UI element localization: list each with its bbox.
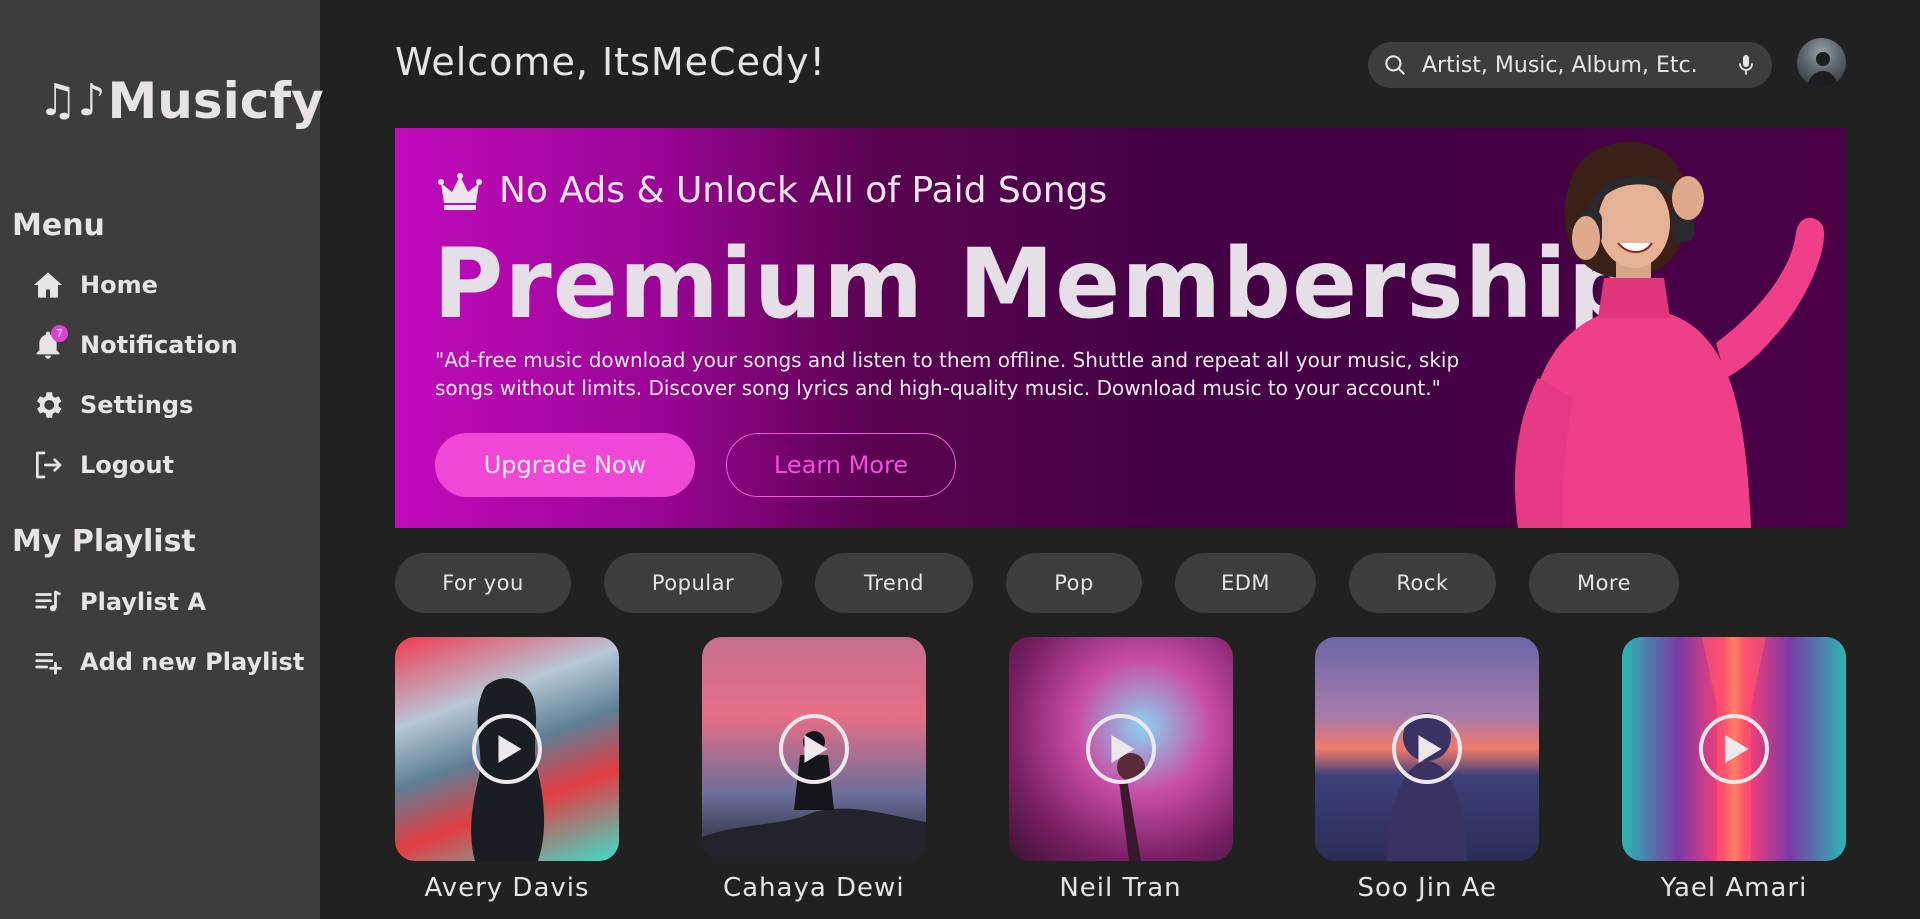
menu-title: Menu — [12, 208, 105, 243]
banner-tagline: No Ads & Unlock All of Paid Songs — [435, 170, 1107, 211]
play-button[interactable] — [1392, 714, 1463, 784]
chip-rock[interactable]: Rock — [1349, 553, 1496, 613]
music-notes-icon: ♫♪ — [38, 75, 106, 126]
artist-card[interactable]: Soo Jin Ae — [1315, 637, 1540, 903]
artist-name: Cahaya Dewi — [722, 873, 905, 903]
artist-thumbnail — [701, 637, 926, 861]
home-icon — [30, 267, 66, 303]
learn-more-button[interactable]: Learn More — [726, 433, 956, 497]
play-icon — [497, 735, 522, 763]
crown-icon — [435, 171, 485, 211]
app-root: ♫♪ Musicfy Menu Home 7 Notification Sett… — [0, 0, 1920, 919]
bell-icon: 7 — [30, 325, 68, 363]
genre-chips: For you Popular Trend Pop EDM Rock More — [395, 553, 1679, 613]
sidebar-item-label: Home — [80, 271, 158, 299]
gear-icon — [30, 387, 66, 423]
welcome-heading: Welcome, ItsMeCedy! — [395, 40, 826, 84]
sidebar-item-label: Notification — [80, 331, 238, 359]
user-avatar[interactable] — [1797, 38, 1846, 87]
my-playlist-title: My Playlist — [12, 524, 196, 559]
artist-name: Avery Davis — [424, 873, 590, 903]
sidebar: ♫♪ Musicfy Menu Home 7 Notification Sett… — [0, 0, 324, 919]
play-button[interactable] — [472, 714, 542, 784]
microphone-icon[interactable] — [1734, 52, 1758, 78]
tagline-text: No Ads & Unlock All of Paid Songs — [499, 170, 1108, 211]
logout-icon — [30, 447, 66, 483]
chip-more[interactable]: More — [1529, 553, 1679, 613]
chip-trend[interactable]: Trend — [815, 553, 973, 613]
search-icon — [1382, 52, 1408, 78]
sidebar-item-home[interactable]: Home — [30, 267, 158, 303]
sidebar-item-notification[interactable]: 7 Notification — [30, 325, 238, 363]
sidebar-item-label: Logout — [80, 451, 175, 479]
artist-card[interactable]: Avery Davis — [395, 637, 619, 903]
play-icon — [804, 735, 828, 763]
banner-description: "Ad-free music download your songs and l… — [435, 348, 1460, 400]
artist-thumbnail — [1008, 637, 1233, 861]
sidebar-item-playlist-a[interactable]: Playlist A — [30, 584, 206, 620]
play-icon — [1418, 735, 1442, 763]
artist-thumbnail — [1622, 637, 1846, 861]
artist-thumbnail — [395, 637, 619, 861]
chip-edm[interactable]: EDM — [1175, 553, 1316, 613]
chip-popular[interactable]: Popular — [604, 553, 782, 613]
sidebar-item-add-playlist[interactable]: Add new Playlist — [30, 644, 304, 680]
search-input[interactable] — [1422, 52, 1734, 78]
artist-card[interactable]: Cahaya Dewi — [701, 637, 926, 903]
sidebar-item-label: Add new Playlist — [80, 648, 305, 676]
artist-card[interactable]: Yael Amari — [1622, 637, 1846, 903]
play-icon — [1724, 735, 1749, 763]
play-button[interactable] — [778, 714, 849, 784]
play-icon — [1111, 735, 1135, 763]
chip-for-you[interactable]: For you — [395, 553, 571, 613]
logo-text: Musicfy — [107, 72, 324, 130]
artist-name: Yael Amari — [1660, 873, 1808, 903]
artist-card[interactable]: Neil Tran — [1008, 637, 1233, 903]
play-button[interactable] — [1085, 714, 1156, 784]
logo[interactable]: ♫♪ Musicfy — [38, 72, 324, 130]
artist-cards: Avery Davis Cahaya Dewi Neil Tran Soo Ji… — [395, 637, 1846, 903]
playlist-icon — [30, 584, 66, 620]
upgrade-now-button[interactable]: Upgrade Now — [435, 433, 695, 497]
artist-thumbnail — [1315, 637, 1540, 861]
notification-badge: 7 — [51, 325, 68, 342]
artist-name: Soo Jin Ae — [1357, 873, 1498, 903]
playlist-add-icon — [30, 644, 66, 680]
chip-pop[interactable]: Pop — [1006, 553, 1142, 613]
premium-banner: No Ads & Unlock All of Paid Songs Premiu… — [395, 128, 1846, 528]
sidebar-item-label: Playlist A — [80, 588, 207, 616]
search-bar[interactable] — [1368, 42, 1772, 88]
sidebar-item-settings[interactable]: Settings — [30, 387, 193, 423]
sidebar-item-label: Settings — [80, 391, 194, 419]
banner-model-image — [1514, 141, 1825, 528]
artist-name: Neil Tran — [1059, 873, 1182, 903]
sidebar-item-logout[interactable]: Logout — [30, 447, 174, 483]
play-button[interactable] — [1699, 714, 1769, 784]
